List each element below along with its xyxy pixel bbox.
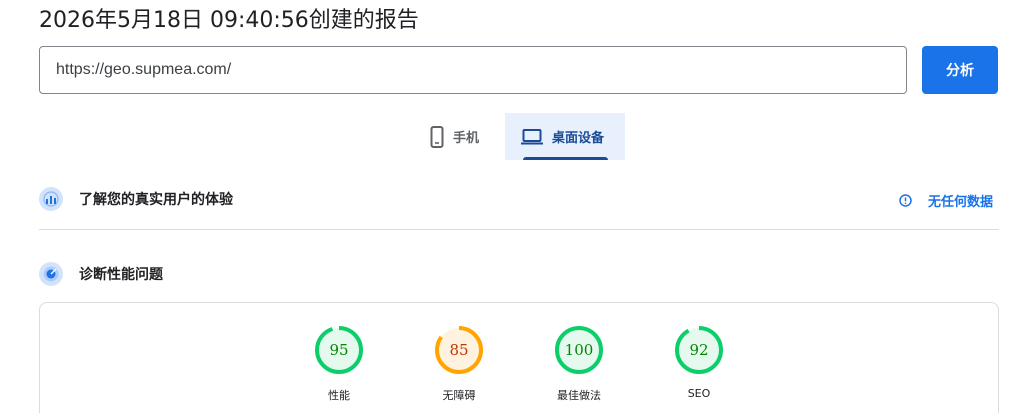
crux-section-header: 了解您的真实用户的体验 — [39, 187, 233, 211]
tab-mobile-label: 手机 — [453, 131, 480, 146]
section-divider — [39, 229, 999, 230]
info-icon — [899, 194, 912, 207]
url-input[interactable] — [39, 46, 907, 94]
score-label-seo: SEO — [687, 387, 711, 400]
lighthouse-icon — [39, 262, 63, 286]
score-gauge-best-practices[interactable]: 100 — [554, 325, 604, 375]
tab-mobile[interactable]: 手机 — [418, 113, 504, 160]
tab-desktop-label: 桌面设备 — [552, 131, 605, 146]
no-data-label: 无任何数据 — [928, 195, 994, 210]
laptop-icon — [521, 128, 543, 145]
phone-icon — [430, 125, 444, 148]
score-value: 85 — [449, 341, 469, 359]
crux-title: 了解您的真实用户的体验 — [79, 192, 233, 208]
score-value: 92 — [689, 341, 709, 359]
score-value: 95 — [329, 341, 349, 359]
score-label-best-practices: 最佳做法 — [557, 389, 601, 402]
score-label-accessibility: 无障碍 — [442, 389, 476, 402]
score-gauge-seo[interactable]: 92 — [674, 325, 724, 375]
crux-icon — [39, 187, 63, 211]
diagnostics-section-header: 诊断性能问题 — [39, 262, 163, 286]
diagnostics-title: 诊断性能问题 — [79, 267, 163, 283]
no-data-status: 无任何数据 — [899, 191, 993, 210]
score-label-performance: 性能 — [328, 389, 350, 402]
score-gauge-performance[interactable]: 95 — [314, 325, 364, 375]
score-value: 100 — [564, 341, 594, 359]
tab-selected-indicator — [523, 157, 608, 160]
tab-desktop[interactable]: 桌面设备 — [505, 113, 625, 160]
score-gauge-accessibility[interactable]: 85 — [434, 325, 484, 375]
score-card — [39, 302, 999, 413]
report-title: 2026年5月18日 09:40:56创建的报告 — [39, 8, 419, 33]
analyze-button[interactable]: 分析 — [922, 46, 998, 94]
